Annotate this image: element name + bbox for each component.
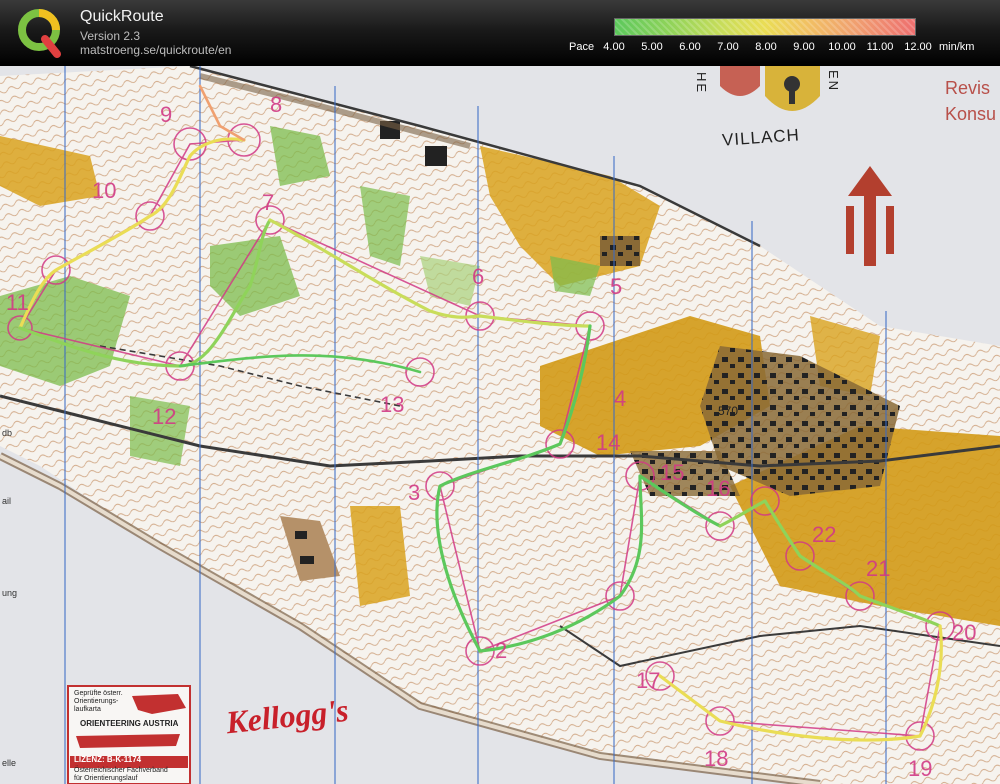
control-number-19: 19: [908, 756, 933, 781]
header-fragment-right: EN: [826, 70, 841, 93]
control-number-17: 17: [636, 668, 661, 693]
license-line: Geprüfte österr.: [74, 690, 123, 697]
pace-tick: 8.00: [755, 41, 777, 53]
pace-tick: 6.00: [679, 41, 701, 53]
map-note-line-2: Konsu: [945, 104, 997, 124]
pace-label: Pace: [569, 41, 595, 53]
control-number-18: 18: [704, 746, 729, 771]
control-number-7: 7: [262, 190, 275, 215]
control-number-5: 5: [610, 274, 623, 299]
control-number-20: 20: [952, 620, 977, 645]
control-number-10: 10: [92, 178, 117, 203]
margin-fragment: ung: [2, 588, 18, 598]
control-number-3: 3: [408, 480, 421, 505]
app-url[interactable]: matstroeng.se/quickroute/en: [80, 43, 231, 57]
control-number-4: 4: [614, 386, 627, 411]
control-number-12: 12: [152, 404, 177, 429]
pace-tick: 5.00: [641, 41, 663, 53]
pace-unit: min/km: [939, 41, 975, 53]
app-version: Version 2.3: [80, 29, 141, 43]
spot-height-label: 570: [718, 404, 739, 418]
license-line: laufkarta: [74, 706, 101, 713]
orienteering-map[interactable]: HE EN VILLACH Revis Konsu 570 Kellogg's …: [0, 66, 1000, 784]
pace-tick: 7.00: [717, 41, 739, 53]
control-number-16: 16: [706, 476, 731, 501]
map-note-line-1: Revis: [945, 78, 991, 98]
margin-fragment: ail: [2, 496, 12, 506]
map-canvas: [0, 66, 1000, 784]
license-footer-1: Österreichischer Fachverband: [74, 767, 168, 774]
control-number-11: 11: [6, 290, 29, 315]
header-fragment-left: HE: [694, 72, 709, 95]
quickroute-logo-icon: [15, 6, 63, 58]
control-number-13: 13: [380, 392, 405, 417]
control-number-22: 22: [812, 522, 837, 547]
pace-tick: 4.00: [603, 41, 625, 53]
pace-tick: 12.00: [904, 41, 932, 53]
control-number-8: 8: [270, 92, 283, 117]
license-heading: Geprüfte österr. Orientierungs- laufkart…: [74, 690, 138, 714]
pace-color-bar: [614, 18, 916, 36]
license-footer-2: für Orientierungslauf: [74, 775, 138, 782]
license-org: ORIENTEERING AUSTRIA: [80, 719, 179, 728]
app-header: QuickRoute Version 2.3 matstroeng.se/qui…: [0, 0, 1000, 66]
pace-legend: Pace 4.00 5.00 6.00 7.00 8.00 9.00 10.00…: [566, 17, 996, 61]
app-title: QuickRoute: [80, 8, 164, 25]
pace-tick: 10.00: [828, 41, 856, 53]
control-number-2: 2: [495, 638, 508, 663]
margin-fragment: elle: [2, 758, 17, 768]
license-number: LIZENZ: B-K-1174: [74, 755, 142, 764]
pace-tick: 11.00: [866, 41, 894, 53]
control-number-21: 21: [866, 556, 891, 581]
license-line: Orientierungs-: [74, 698, 119, 705]
pace-tick: 9.00: [793, 41, 815, 53]
control-number-9: 9: [160, 102, 173, 127]
control-number-6: 6: [472, 264, 485, 289]
control-number-15: 15: [660, 460, 685, 485]
margin-fragment: db: [2, 428, 13, 438]
control-number-14: 14: [596, 430, 621, 455]
